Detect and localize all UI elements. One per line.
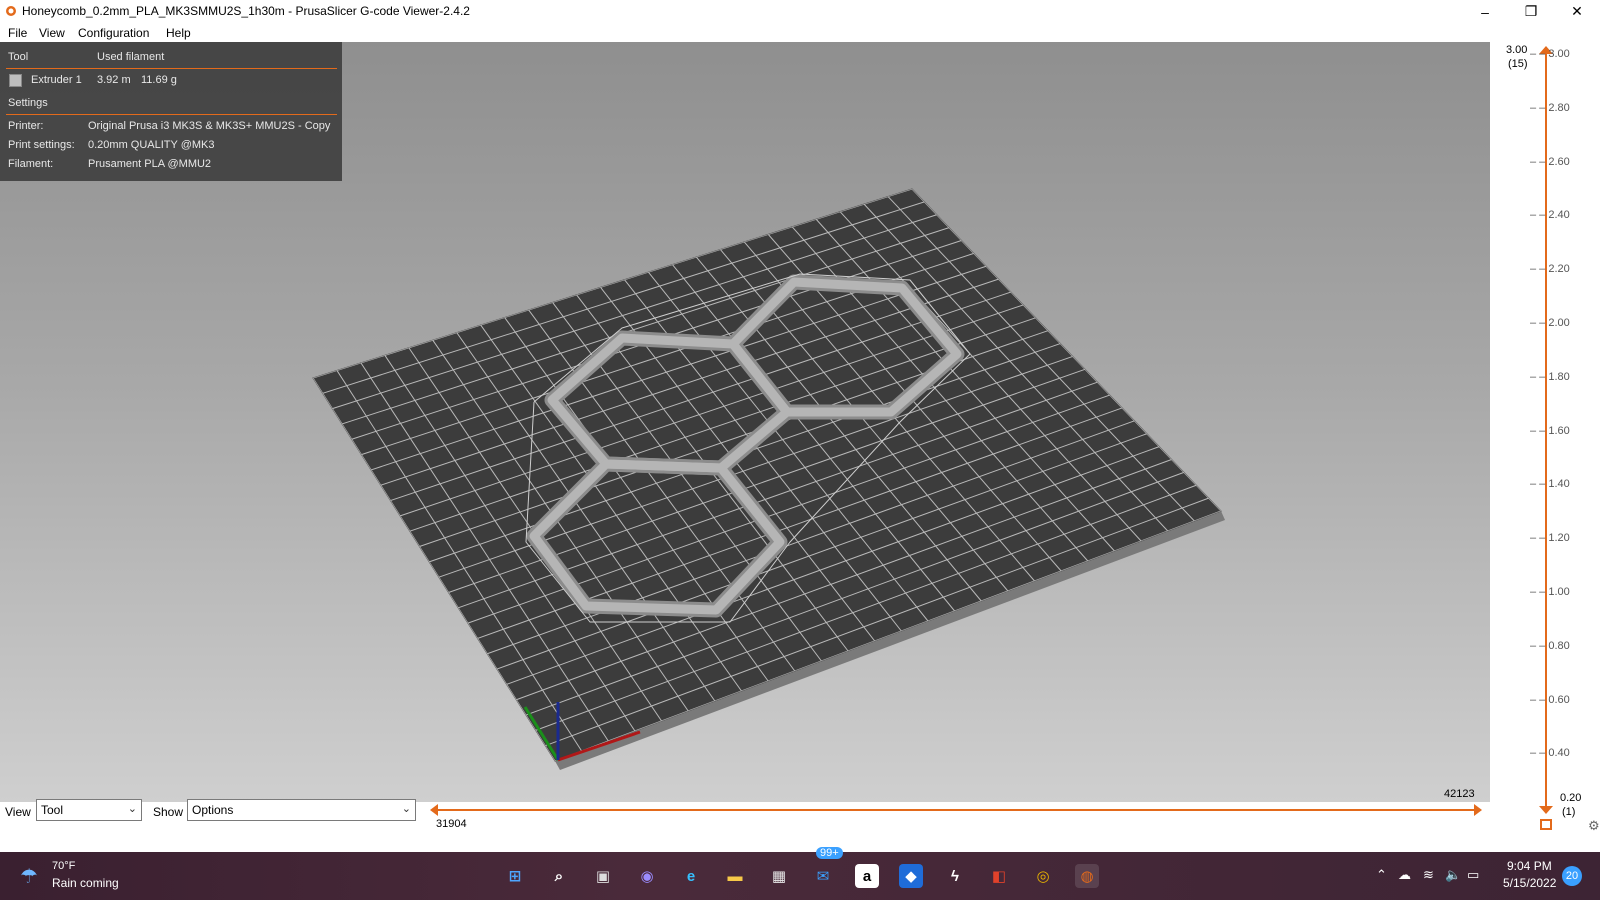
bottom-toolbar: View Tool ⌄ Show Options ⌄ 42123 31904 — [0, 788, 1490, 852]
print-settings-value: 0.20mm QUALITY @MK3 — [88, 139, 215, 151]
filament-label: Filament: — [8, 158, 54, 170]
clock-time[interactable]: 9:04 PM — [1507, 859, 1552, 873]
umbrella-icon[interactable]: ☂ — [20, 864, 38, 889]
layer-tick-label: – – 1.00 — [1530, 586, 1570, 598]
printer-label: Printer: — [8, 120, 44, 132]
prusaslicer-taskbar-icon[interactable]: ◍ — [1075, 864, 1099, 888]
task-view-icon[interactable]: ▣ — [591, 864, 615, 888]
chrome-icon[interactable]: ◎ — [1031, 864, 1055, 888]
layer-bottom-value: 0.20 — [1560, 792, 1582, 804]
weather-desc[interactable]: Rain coming — [52, 876, 119, 890]
weather-temp[interactable]: 70°F — [52, 860, 75, 872]
layer-tick-label: – – 0.60 — [1530, 693, 1570, 706]
office-icon[interactable]: ◧ — [987, 864, 1011, 888]
volume-icon[interactable]: 🔈 — [1445, 867, 1461, 883]
layer-tick-label: – – 0.40 — [1530, 747, 1570, 760]
menu-view[interactable]: View — [39, 26, 65, 40]
battery-icon[interactable]: ▭ — [1467, 867, 1479, 883]
move-left-thumb — [430, 804, 438, 816]
cloud-icon[interactable]: ☁ — [1398, 867, 1411, 883]
layer-tick-label: – – 2.20 — [1530, 263, 1570, 276]
minimize-button[interactable]: – — [1462, 0, 1508, 23]
layer-bottom-thumb — [1539, 806, 1553, 814]
extruder-color-swatch — [9, 74, 22, 87]
settings-gear-icon[interactable]: ⚙ — [1588, 818, 1600, 834]
move-slider-track[interactable] — [0, 802, 1490, 842]
start-icon[interactable]: ⊞ — [503, 864, 527, 888]
menu-configuration[interactable]: Configuration — [78, 26, 149, 40]
mail-icon[interactable]: ✉ — [811, 864, 835, 888]
move-left-value: 31904 — [436, 818, 467, 830]
legend-col-tool: Tool — [8, 51, 29, 63]
extruder-weight: 11.69 g — [141, 74, 177, 86]
filament-value: Prusament PLA @MMU2 — [88, 158, 212, 170]
taskbar: ☂ 70°F Rain coming ⊞ ⌕ ▣ ◉ e ▬ ▦ ✉ 99+ a… — [0, 847, 1600, 900]
print-bed — [312, 188, 1222, 762]
layer-tick-label: – – 1.60 — [1530, 424, 1570, 437]
3d-viewport[interactable]: Tool Used filament Extruder 1 3.92 m 11.… — [0, 42, 1490, 802]
layer-tick-label: – – 2.00 — [1530, 317, 1570, 329]
menu-bar: File View Configuration Help — [0, 23, 1600, 42]
app-bolt-icon[interactable]: ϟ — [943, 864, 967, 888]
title-bar: Honeycomb_0.2mm_PLA_MK3SMMU2S_1h30m - Pr… — [0, 0, 1600, 23]
chevron-up-icon[interactable]: ⌃ — [1376, 867, 1387, 883]
layer-tick-label: – – 1.40 — [1530, 478, 1570, 491]
extruder-name: Extruder 1 — [31, 74, 82, 86]
prusaslicer-app-icon — [6, 6, 16, 16]
layer-tick-label: – – 1.20 — [1530, 532, 1570, 545]
legend-divider — [6, 68, 337, 69]
notification-badge[interactable]: 20 — [1562, 866, 1582, 886]
lock-icon — [1540, 819, 1552, 830]
edge-icon[interactable]: e — [679, 864, 703, 888]
layer-tick-label: – – 2.60 — [1530, 155, 1570, 168]
move-right-thumb — [1474, 804, 1482, 816]
store-icon[interactable]: ▦ — [767, 864, 791, 888]
file-explorer-icon[interactable]: ▬ — [723, 864, 747, 888]
extruder-length: 3.92 m — [97, 74, 131, 86]
dropbox-icon[interactable]: ◆ — [899, 864, 923, 888]
clock-date[interactable]: 5/15/2022 — [1503, 876, 1556, 890]
layer-tick-label: – – 2.80 — [1530, 101, 1570, 114]
legend-panel: Tool Used filament Extruder 1 3.92 m 11.… — [0, 42, 342, 181]
restore-button[interactable]: ❐ — [1508, 0, 1554, 23]
printer-value: Original Prusa i3 MK3S & MK3S+ MMU2S - C… — [88, 120, 331, 132]
layer-slider[interactable]: 3.00 (15) – – 3.00– – 2.80– – 2.60– – 2.… — [1490, 42, 1600, 852]
legend-col-used-filament: Used filament — [97, 51, 165, 63]
menu-help[interactable]: Help — [166, 26, 191, 40]
move-right-value: 42123 — [1444, 788, 1475, 800]
layer-bottom-index: (1) — [1562, 806, 1576, 818]
menu-file[interactable]: File — [8, 26, 27, 40]
layer-tick-label: – – 1.80 — [1530, 370, 1570, 383]
amazon-icon[interactable]: a — [855, 864, 879, 888]
wifi-icon[interactable]: ≋ — [1423, 867, 1434, 883]
layer-tick-label: – – 3.00 — [1530, 48, 1570, 60]
search-icon[interactable]: ⌕ — [547, 864, 571, 888]
settings-divider — [6, 114, 337, 115]
close-button[interactable]: ✕ — [1554, 0, 1600, 23]
layer-tick-label: – – 0.80 — [1530, 639, 1570, 652]
settings-header: Settings — [8, 97, 48, 109]
print-settings-label: Print settings: — [8, 139, 75, 151]
layer-tick-label: – – 2.40 — [1530, 209, 1570, 222]
chat-icon[interactable]: ◉ — [635, 864, 659, 888]
window-title: Honeycomb_0.2mm_PLA_MK3SMMU2S_1h30m - Pr… — [22, 4, 470, 18]
mail-badge: 99+ — [816, 847, 843, 859]
